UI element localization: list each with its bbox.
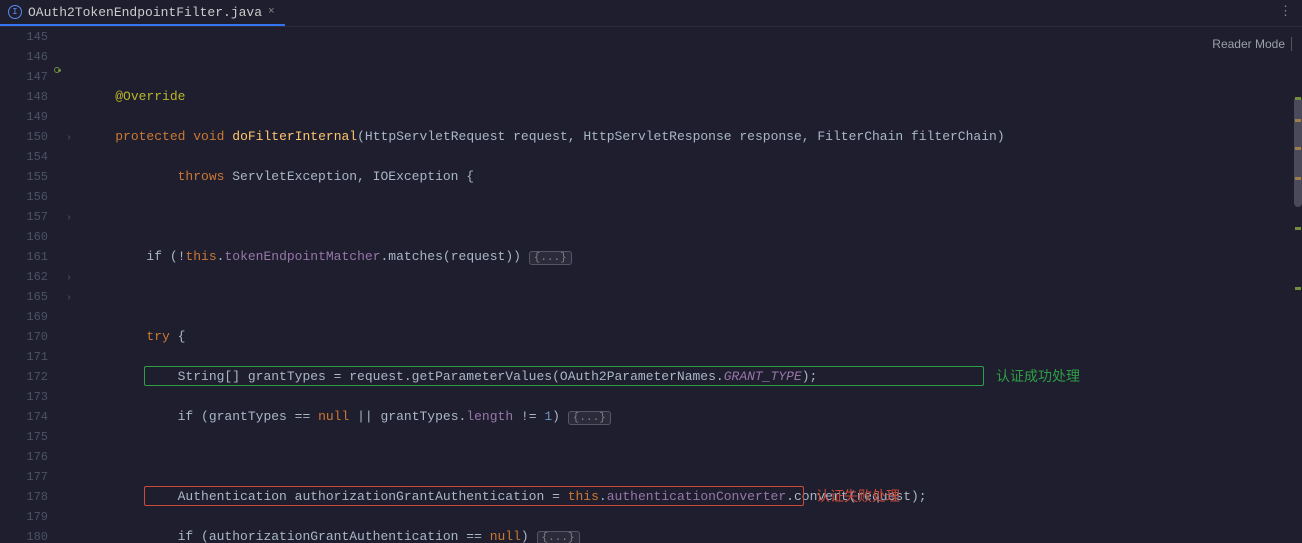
annotation-box-failure bbox=[144, 486, 804, 506]
fold-placeholder[interactable]: {...} bbox=[568, 411, 611, 425]
scroll-marker bbox=[1295, 97, 1301, 100]
interface-icon: I bbox=[8, 5, 22, 19]
tab-active[interactable]: I OAuth2TokenEndpointFilter.java × bbox=[0, 0, 285, 26]
scroll-marker bbox=[1295, 119, 1301, 122]
fold-placeholder[interactable]: {...} bbox=[529, 251, 572, 265]
gutter-dot-icon bbox=[58, 69, 61, 72]
fold-toggle[interactable]: › bbox=[66, 293, 72, 304]
editor-workspace: 145 146 147 148 149 150 154 155 156 157 … bbox=[0, 27, 1302, 543]
fold-gutter: › › › › bbox=[66, 27, 84, 543]
reader-mode-label: Reader Mode bbox=[1212, 37, 1285, 51]
code-editor[interactable]: @Override protected void doFilterInterna… bbox=[84, 27, 1192, 543]
fold-placeholder[interactable]: {...} bbox=[537, 531, 580, 543]
annotation-label-success: 认证成功处理 bbox=[996, 366, 1080, 386]
fold-toggle[interactable]: › bbox=[66, 133, 72, 144]
scroll-marker bbox=[1295, 177, 1301, 180]
fold-toggle[interactable]: › bbox=[66, 273, 72, 284]
annotation-box-success bbox=[144, 366, 984, 386]
scroll-marker bbox=[1295, 147, 1301, 150]
reader-mode-button[interactable]: Reader Mode bbox=[1212, 37, 1292, 51]
vertical-scrollbar[interactable] bbox=[1294, 27, 1302, 543]
scrollbar-thumb[interactable] bbox=[1294, 97, 1302, 207]
right-panel: Reader Mode bbox=[1192, 27, 1302, 543]
scroll-marker bbox=[1295, 227, 1301, 230]
tab-bar: I OAuth2TokenEndpointFilter.java × ⋮ bbox=[0, 0, 1302, 27]
line-number-gutter: 145 146 147 148 149 150 154 155 156 157 … bbox=[0, 27, 60, 543]
scroll-marker bbox=[1295, 287, 1301, 290]
annotation-label-failure: 认证失败处理 bbox=[816, 486, 900, 506]
fold-toggle[interactable]: › bbox=[66, 213, 72, 224]
close-icon[interactable]: × bbox=[268, 6, 275, 18]
kebab-menu-icon[interactable]: ⋮ bbox=[1279, 4, 1294, 19]
separator bbox=[1291, 37, 1292, 51]
tab-filename: OAuth2TokenEndpointFilter.java bbox=[28, 5, 262, 20]
